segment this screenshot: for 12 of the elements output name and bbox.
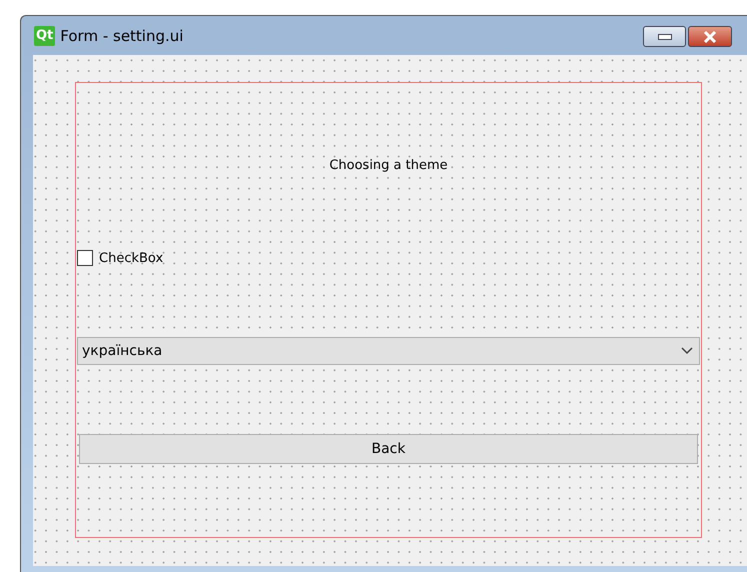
checkbox-label: CheckBox <box>99 250 164 266</box>
minimize-button[interactable] <box>643 26 686 47</box>
window-title: Form - setting.ui <box>60 26 184 44</box>
chevron-down-icon <box>681 347 693 355</box>
back-button[interactable]: Back <box>79 434 698 464</box>
minimize-icon <box>658 34 672 40</box>
close-icon <box>703 30 717 42</box>
checkbox[interactable] <box>77 250 93 266</box>
app-logo: Qt <box>34 26 56 46</box>
language-dropdown[interactable]: українська <box>77 337 700 365</box>
theme-label: Choosing a theme <box>329 158 448 173</box>
close-button[interactable] <box>688 26 732 47</box>
